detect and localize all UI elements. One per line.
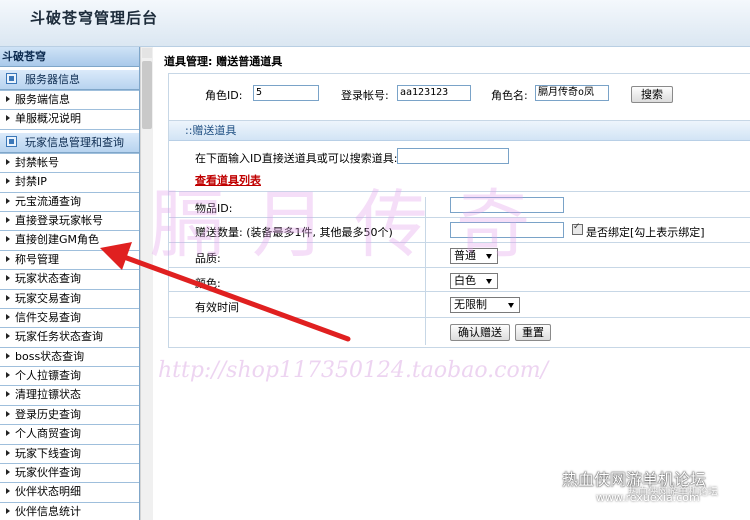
quality-label: 品质: — [195, 252, 221, 265]
bullet-arrow-icon — [6, 96, 10, 102]
sidebar-item[interactable]: 伙伴状态明细 — [0, 483, 139, 503]
quality-select[interactable]: 普通 — [450, 248, 498, 264]
sidebar: 斗破苍穹 服务器信息 服务端信息 单服概况说明 玩家信息管理和查询 封禁帐号 封… — [0, 47, 140, 520]
role-id-input[interactable] — [253, 85, 319, 101]
bind-label: 是否绑定[勾上表示绑定] — [586, 226, 705, 239]
bullet-arrow-icon — [6, 115, 10, 122]
bullet-arrow-icon — [6, 333, 10, 340]
confirm-gift-button[interactable]: 确认赠送 — [450, 324, 510, 341]
color-label: 颜色: — [195, 277, 221, 290]
chevron-down-icon — [486, 279, 492, 284]
sidebar-item[interactable]: 玩家交易查询 — [0, 289, 139, 309]
role-id-label: 角色ID: — [205, 89, 243, 102]
bullet-arrow-icon — [6, 410, 10, 417]
folder-icon — [6, 73, 17, 84]
color-select[interactable]: 白色 — [450, 273, 498, 289]
sidebar-item[interactable]: 登录历史查询 — [0, 405, 139, 426]
bullet-arrow-icon — [6, 391, 10, 398]
gift-item-form: ::赠送道具 在下面输入ID直接送道具或可以搜索道具: 查看道具列表 物品ID:… — [168, 120, 750, 348]
account-label: 登录帐号: — [341, 89, 389, 102]
sidebar-item-server-info[interactable]: 服务端信息 — [0, 90, 139, 111]
sidebar-group-label: 服务器信息 — [25, 73, 80, 86]
sidebar-item-create-gm[interactable]: 直接创建GM角色 — [0, 231, 139, 251]
quantity-input[interactable] — [450, 222, 564, 238]
role-name-input[interactable] — [535, 85, 609, 101]
bullet-arrow-icon — [6, 507, 10, 514]
expire-label: 有效时间 — [195, 301, 239, 314]
bullet-arrow-icon — [6, 313, 10, 320]
column-divider — [425, 197, 426, 345]
bind-checkbox[interactable] — [572, 222, 583, 235]
breadcrumb: 道具管理: 赠送普通道具 — [164, 55, 283, 68]
expire-select[interactable]: 无限制 — [450, 297, 520, 313]
sidebar-item[interactable]: 个人商贸查询 — [0, 425, 139, 445]
row-divider — [169, 217, 750, 218]
sidebar-root[interactable]: 斗破苍穹 — [0, 47, 139, 67]
row-divider — [169, 242, 750, 243]
direct-item-input[interactable] — [397, 148, 509, 164]
bullet-arrow-icon — [6, 275, 10, 282]
sidebar-item[interactable]: 清理拉镖状态 — [0, 386, 139, 406]
sidebar-scrollbar[interactable] — [140, 47, 153, 520]
bullet-arrow-icon — [6, 158, 10, 165]
bullet-arrow-icon — [6, 197, 10, 204]
sidebar-group-players[interactable]: 玩家信息管理和查询 — [0, 132, 139, 153]
reset-button[interactable]: 重置 — [515, 324, 551, 341]
sidebar-item[interactable]: 元宝流通查询 — [0, 192, 139, 212]
app-title: 斗破苍穹管理后台 — [30, 9, 159, 27]
row-divider — [169, 317, 750, 318]
bullet-arrow-icon — [6, 236, 10, 243]
row-divider — [169, 191, 750, 192]
account-input[interactable] — [397, 85, 471, 101]
sidebar-item-server-overview[interactable]: 单服概况说明 — [0, 110, 139, 130]
hint-label: 在下面输入ID直接送道具或可以搜索道具: — [195, 152, 398, 165]
chevron-down-icon — [508, 303, 514, 308]
role-name-label: 角色名: — [491, 89, 528, 102]
sidebar-item[interactable]: 玩家状态查询 — [0, 270, 139, 290]
sidebar-item[interactable]: 玩家任务状态查询 — [0, 328, 139, 348]
sidebar-group-label: 玩家信息管理和查询 — [25, 135, 124, 149]
section-title: ::赠送道具 — [169, 121, 750, 141]
bullet-arrow-icon — [6, 352, 10, 359]
sidebar-item[interactable]: 信件交易查询 — [0, 308, 139, 329]
sidebar-item[interactable]: 称号管理 — [0, 250, 139, 271]
chevron-down-icon — [486, 254, 492, 259]
sidebar-item[interactable]: 玩家下线查询 — [0, 444, 139, 465]
item-id-label: 物品ID: — [195, 202, 233, 215]
item-list-link[interactable]: 查看道具列表 — [195, 172, 261, 188]
bullet-arrow-icon — [6, 488, 10, 495]
main-content: 道具管理: 赠送普通道具 角色ID: 登录帐号: 角色名: 搜索 ::赠送道具 … — [160, 47, 750, 520]
quantity-label: 赠送数量: (装备最多1件, 其他最多50个) — [195, 226, 393, 239]
sidebar-item-label: 单服概况说明 — [15, 112, 81, 126]
sidebar-item[interactable]: 个人拉镖查询 — [0, 367, 139, 387]
bullet-arrow-icon — [6, 430, 10, 437]
sidebar-item[interactable]: 封禁帐号 — [0, 152, 139, 174]
sidebar-item[interactable]: boss状态查询 — [0, 347, 139, 368]
bullet-arrow-icon — [6, 372, 10, 379]
folder-icon — [6, 135, 17, 147]
sidebar-item-label: 服务端信息 — [15, 93, 70, 106]
app-header: 斗破苍穹管理后台 — [0, 0, 750, 47]
row-divider — [169, 267, 750, 268]
bullet-arrow-icon — [6, 294, 10, 301]
sidebar-item[interactable]: 伙伴信息统计 — [0, 502, 139, 520]
bullet-arrow-icon — [6, 216, 10, 223]
scroll-thumb[interactable] — [142, 61, 152, 129]
bullet-arrow-icon — [6, 178, 10, 185]
item-id-input[interactable] — [450, 197, 564, 213]
row-divider — [169, 291, 750, 292]
scroll-up-icon[interactable] — [142, 48, 152, 58]
bullet-arrow-icon — [6, 255, 10, 262]
bullet-arrow-icon — [6, 469, 10, 476]
sidebar-group-server[interactable]: 服务器信息 — [0, 70, 139, 90]
sidebar-item[interactable]: 封禁IP — [0, 173, 139, 193]
search-button[interactable]: 搜索 — [631, 86, 673, 103]
sidebar-item[interactable]: 玩家伙伴查询 — [0, 464, 139, 484]
bullet-arrow-icon — [6, 449, 10, 456]
sidebar-item[interactable]: 直接登录玩家帐号 — [0, 211, 139, 232]
